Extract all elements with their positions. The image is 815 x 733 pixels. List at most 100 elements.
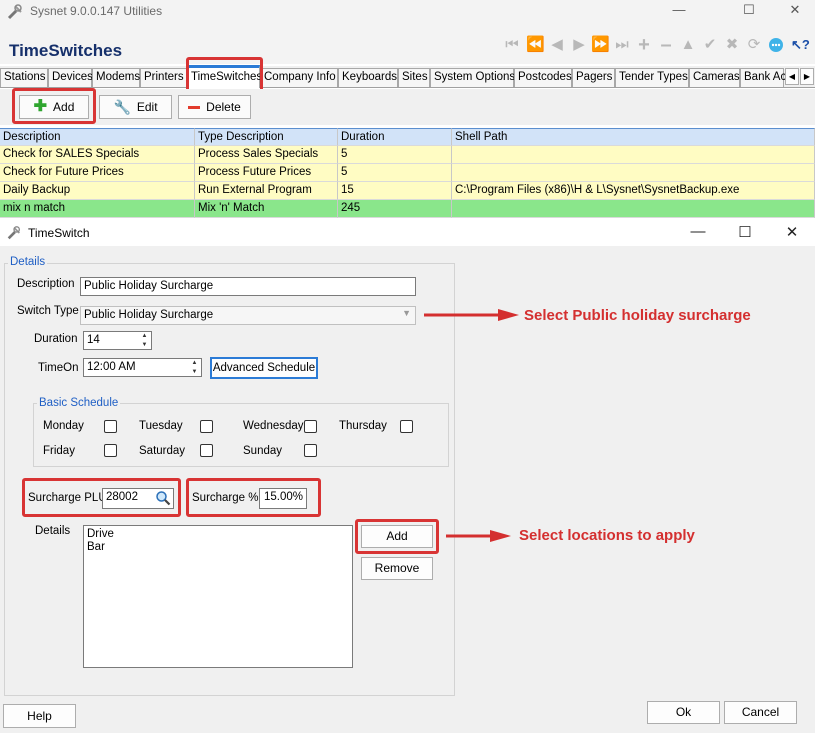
arrow-right-icon [424,308,520,322]
up-icon[interactable]: ▲ [679,36,697,54]
help-pointer-icon[interactable]: ↖? [791,36,810,54]
list-item[interactable]: Bar [87,541,349,554]
tab-sites[interactable]: Sites [398,68,430,87]
cancel-button[interactable]: Cancel [724,701,797,724]
day-monday-checkbox[interactable] [104,420,117,433]
tab-highlight-box [186,57,263,92]
table-row-description[interactable]: Check for Future Prices [0,164,195,182]
tab-postcodes[interactable]: Postcodes [514,68,572,87]
edit-button[interactable]: 🔧 Edit [99,95,172,119]
add-location-button[interactable]: Add [361,525,433,548]
table-row-duration[interactable]: 245 [338,200,452,218]
table-row-shell-path[interactable]: C:\Program Files (x86)\H & L\Sysnet\Sysn… [452,182,815,200]
column-header-description[interactable]: Description [0,128,195,146]
prev-icon[interactable]: ◀ [548,36,566,54]
chat-icon[interactable] [767,36,785,54]
add-icon[interactable]: + [635,35,653,55]
prev-page-icon[interactable]: ⏪ [526,36,545,54]
timeon-stepper[interactable]: 12:00 AM ▲ ▼ [83,358,202,377]
refresh-icon[interactable]: ⟳ [745,36,763,54]
chevron-down-icon: ▼ [402,308,411,318]
table-row-description[interactable]: Daily Backup [0,182,195,200]
spin-up-icon[interactable]: ▲ [138,332,151,341]
duration-label: Duration [34,333,78,345]
delete-button[interactable]: Delete [178,95,251,119]
table-row-duration[interactable]: 5 [338,146,452,164]
day-tuesday-checkbox[interactable] [200,420,213,433]
day-wednesday-checkbox[interactable] [304,420,317,433]
tab-system-options[interactable]: System Options [430,68,515,87]
tab-keyboards[interactable]: Keyboards [338,68,398,87]
table-row-description[interactable]: mix n match [0,200,195,218]
tab-bank-accounts[interactable]: Bank Ac [740,68,786,87]
switch-type-select[interactable]: Public Holiday Surcharge ▼ [80,306,416,325]
column-header-shell-path[interactable]: Shell Path [452,128,815,146]
list-item[interactable]: Drive [87,528,349,541]
maximize-icon[interactable]: ☐ [726,0,772,22]
day-saturday-checkbox[interactable] [200,444,213,457]
wrench-icon: 🔧 [113,98,131,115]
day-friday-checkbox[interactable] [104,444,117,457]
table-row-type[interactable]: Run External Program [195,182,338,200]
locations-list[interactable]: Drive Bar [83,525,353,668]
table-row-type[interactable]: Mix 'n' Match [195,200,338,218]
tab-printers[interactable]: Printers [140,68,187,87]
day-sunday-checkbox[interactable] [304,444,317,457]
details-group-legend: Details [8,256,48,268]
last-icon[interactable]: ⏭ [613,36,631,54]
tab-pagers[interactable]: Pagers [572,68,615,87]
dialog-close-icon[interactable]: ✕ [772,223,812,243]
dialog-maximize-icon[interactable]: ☐ [725,223,765,243]
table-row-shell-path[interactable] [452,200,815,218]
tab-stations[interactable]: Stations [0,68,48,87]
duration-stepper[interactable]: 14 ▲ ▼ [83,331,152,350]
tab-scroll-left-icon[interactable]: ◀ [785,68,799,85]
tab-modems[interactable]: Modems [92,68,140,87]
spin-up-icon[interactable]: ▲ [188,359,201,368]
advanced-schedule-button[interactable]: Advanced Schedule [210,357,318,379]
table-row-shell-path[interactable] [452,146,815,164]
timeon-label: TimeOn [38,362,79,374]
description-label: Description [17,278,75,290]
remove-location-button[interactable]: Remove [361,557,433,580]
column-header-type[interactable]: Type Description [195,128,338,146]
description-field[interactable]: Public Holiday Surcharge [80,277,416,296]
remove-icon[interactable]: – [657,35,675,55]
first-icon[interactable]: ⏮ [503,36,521,54]
day-sunday-label: Sunday [243,445,283,457]
tab-scroll-right-icon[interactable]: ▶ [800,68,814,85]
table-row-duration[interactable]: 15 [338,182,452,200]
next-page-icon[interactable]: ⏩ [591,36,610,54]
search-icon[interactable] [155,490,171,508]
table-row-shell-path[interactable] [452,164,815,182]
surcharge-plu-field[interactable]: 28002 [102,488,174,509]
tab-cameras[interactable]: Cameras [689,68,740,87]
add-highlight-box [12,88,96,124]
ok-button[interactable]: Ok [647,701,720,724]
timeon-value: 12:00 AM [87,361,136,373]
minimize-icon[interactable]: — [656,0,702,22]
surcharge-plu-label: Surcharge PLU [28,492,107,504]
day-wednesday-label: Wednesday [243,420,304,432]
table-row-type[interactable]: Process Sales Specials [195,146,338,164]
tab-company-info[interactable]: Company Info [260,68,338,87]
table-row-type[interactable]: Process Future Prices [195,164,338,182]
tab-devices[interactable]: Devices [48,68,93,87]
cancel-icon[interactable]: ✖ [723,36,741,54]
table-row-description[interactable]: Check for SALES Specials [0,146,195,164]
tab-tender-types[interactable]: Tender Types [615,68,689,87]
spin-down-icon[interactable]: ▼ [138,341,151,350]
check-icon[interactable]: ✔ [701,36,719,54]
next-icon[interactable]: ▶ [570,36,588,54]
help-button[interactable]: Help [3,704,76,728]
column-header-duration[interactable]: Duration [338,128,452,146]
day-thursday-checkbox[interactable] [400,420,413,433]
table-row-duration[interactable]: 5 [338,164,452,182]
dialog-title: TimeSwitch [28,226,90,240]
spin-down-icon[interactable]: ▼ [188,368,201,377]
surcharge-pct-field[interactable]: 15.00% [259,488,307,509]
day-friday-label: Friday [43,445,75,457]
details-list-label: Details [35,525,71,537]
close-icon[interactable]: ✕ [772,0,815,22]
dialog-minimize-icon[interactable]: — [678,223,718,243]
